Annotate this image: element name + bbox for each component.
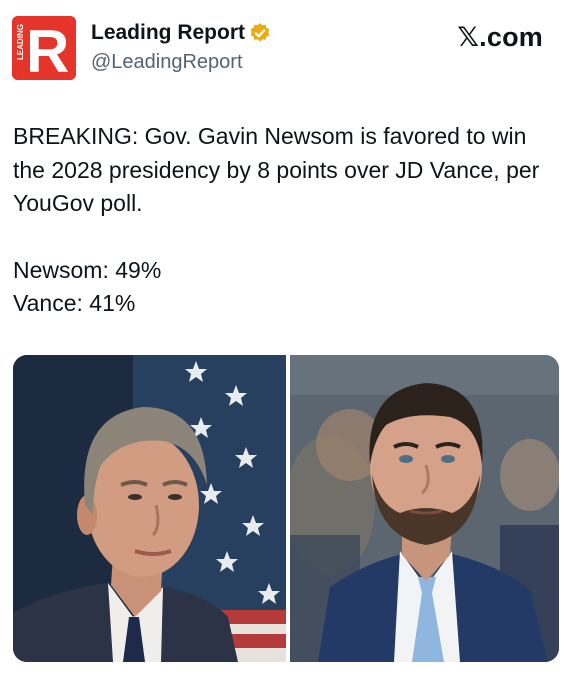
poll-result-newsom: Newsom: 49% [13, 256, 162, 283]
post-text: BREAKING: Gov. Gavin Newsom is favored t… [13, 120, 558, 321]
newsom-image [13, 355, 286, 662]
post-headline: BREAKING: Gov. Gavin Newsom is favored t… [13, 123, 540, 216]
display-name[interactable]: Leading Report [91, 20, 245, 46]
x-com-label: 𝕏.com [457, 22, 543, 52]
post-header: LEADING R Leading Report @LeadingReport … [12, 16, 561, 80]
svg-text:R: R [26, 18, 69, 80]
leading-report-logo-icon: LEADING R [12, 16, 76, 80]
vance-image [290, 355, 559, 662]
vance-photo[interactable] [290, 355, 559, 662]
account-handle[interactable]: @LeadingReport [91, 49, 271, 75]
account-names: Leading Report @LeadingReport [91, 20, 271, 75]
verified-badge-icon [250, 23, 270, 42]
post-media [13, 355, 559, 662]
poll-result-vance: Vance: 41% [13, 290, 136, 316]
account-avatar[interactable]: LEADING R [12, 16, 76, 80]
newsom-photo[interactable] [13, 355, 286, 662]
svg-text:LEADING: LEADING [16, 24, 25, 60]
